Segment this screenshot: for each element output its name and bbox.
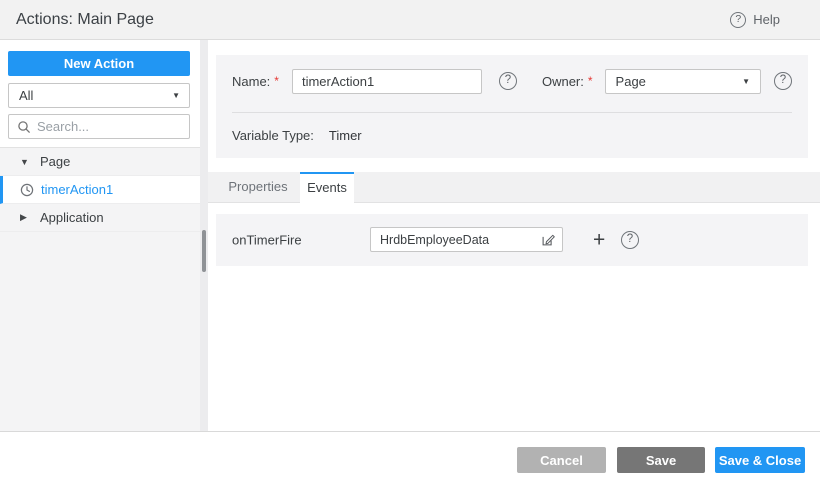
page-title: Actions: Main Page (16, 0, 154, 39)
tab-properties[interactable]: Properties (216, 172, 300, 202)
sidebar-scrollbar-track[interactable] (200, 40, 208, 431)
tree-node-label: Application (40, 210, 104, 225)
tree-node-application[interactable]: ▶ Application (0, 204, 200, 232)
actions-sidebar: New Action All ▼ ▼ Page timerAction1 (0, 40, 200, 431)
required-marker: * (588, 74, 593, 88)
footer-bar: Cancel Save Save & Close (0, 431, 820, 490)
owner-dropdown[interactable]: Page ▼ (605, 69, 761, 94)
event-handler-input[interactable] (371, 228, 562, 251)
filter-dropdown-value: All (19, 84, 33, 107)
event-handler-field (370, 227, 563, 252)
variable-type-row: Variable Type: Timer (232, 124, 362, 146)
save-button[interactable]: Save (617, 447, 705, 473)
tree-node-label: Page (40, 154, 70, 169)
tab-events[interactable]: Events (300, 172, 354, 203)
search-box (8, 114, 190, 139)
clock-icon (20, 183, 34, 197)
action-detail-pane: Name: * ? Owner: * Page ▼ ? Variable Typ… (208, 40, 820, 431)
action-properties-form: Name: * ? Owner: * Page ▼ ? Variable Typ… (216, 55, 808, 158)
sidebar-scrollbar-thumb[interactable] (202, 230, 206, 272)
events-panel: onTimerFire + ? (216, 214, 808, 266)
name-label: Name: (232, 74, 270, 89)
cancel-button[interactable]: Cancel (517, 447, 606, 473)
name-input[interactable] (292, 69, 482, 94)
caret-right-icon[interactable]: ▶ (20, 212, 32, 223)
edit-icon[interactable] (540, 232, 556, 248)
form-divider (232, 112, 792, 113)
filter-dropdown[interactable]: All ▼ (8, 83, 190, 108)
add-handler-button[interactable]: + (593, 230, 605, 251)
new-action-button[interactable]: New Action (8, 51, 190, 76)
save-and-close-button[interactable]: Save & Close (715, 447, 805, 473)
detail-tab-bar: Properties Events (208, 172, 820, 203)
required-marker: * (274, 74, 279, 88)
tree-node-page[interactable]: ▼ Page (0, 148, 200, 176)
event-name-label: onTimerFire (232, 233, 302, 248)
page-header: Actions: Main Page ? Help (0, 0, 820, 40)
search-input[interactable] (9, 115, 189, 138)
name-help-icon[interactable]: ? (499, 72, 517, 90)
dropdown-arrow-icon: ▼ (172, 84, 180, 107)
tree-node-timer-action[interactable]: timerAction1 (0, 176, 200, 204)
event-help-icon[interactable]: ? (621, 231, 639, 249)
tree-node-label: timerAction1 (41, 182, 113, 197)
actions-tree: ▼ Page timerAction1 ▶ Application (0, 147, 200, 431)
help-button[interactable]: ? Help (730, 0, 780, 39)
variable-type-value: Timer (329, 128, 362, 143)
actions-editor-window: Actions: Main Page ? Help New Action All… (0, 0, 820, 490)
dropdown-arrow-icon: ▼ (742, 70, 750, 93)
help-label[interactable]: Help (753, 12, 780, 27)
variable-type-label: Variable Type: (232, 128, 314, 143)
caret-down-icon[interactable]: ▼ (20, 157, 32, 167)
owner-dropdown-value: Page (616, 70, 646, 93)
owner-help-icon[interactable]: ? (774, 72, 792, 90)
name-owner-row: Name: * ? Owner: * Page ▼ ? (232, 68, 792, 94)
owner-label: Owner: (542, 74, 584, 89)
help-icon[interactable]: ? (730, 12, 746, 28)
